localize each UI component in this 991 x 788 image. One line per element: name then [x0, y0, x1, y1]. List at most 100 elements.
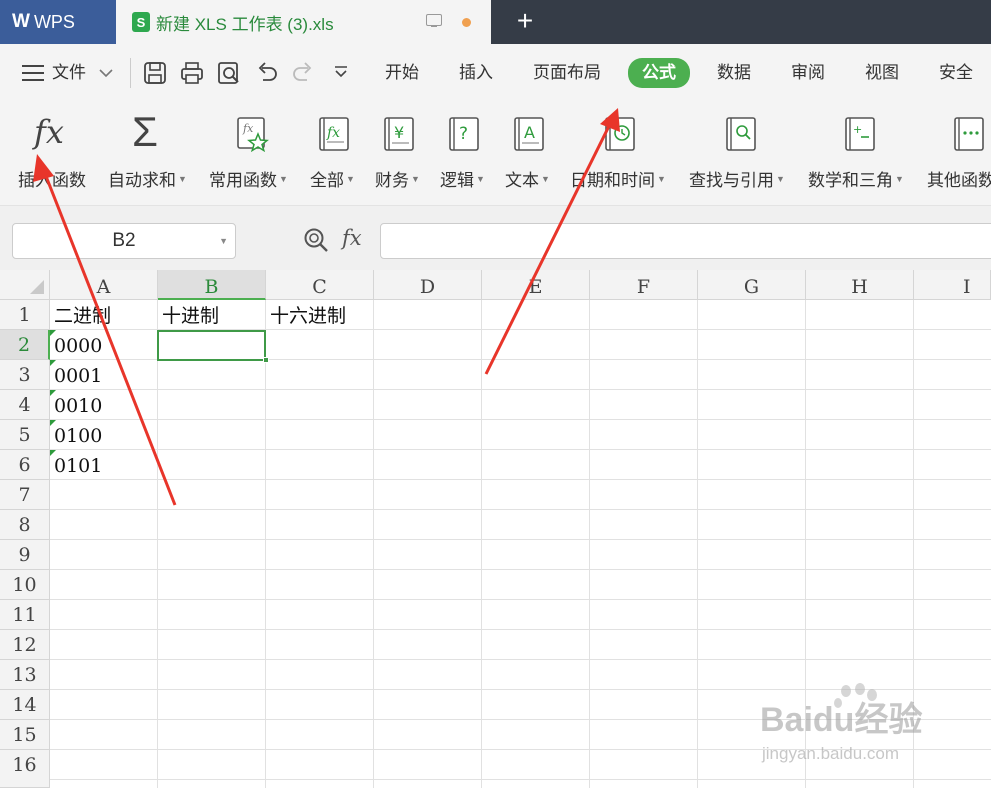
wps-app-name: WPS — [33, 11, 75, 32]
column-header-a[interactable]: A — [50, 270, 158, 300]
print-icon[interactable] — [180, 60, 204, 86]
logical-functions-button[interactable]: ? 逻辑 ▼ — [440, 112, 496, 196]
cell-a3[interactable]: 0001 — [50, 360, 102, 390]
gridline — [50, 659, 991, 660]
autosum-button[interactable]: Σ 自动求和 ▼ — [108, 111, 194, 196]
math-trig-functions-label: 数学和三角 — [808, 171, 893, 190]
row-header-9[interactable]: 9 — [0, 540, 50, 570]
tab-security[interactable]: 安全 — [939, 58, 973, 88]
cell-b1[interactable]: 十进制 — [158, 300, 219, 330]
svg-text:?: ? — [459, 124, 468, 144]
save-icon[interactable] — [143, 60, 167, 86]
tab-page-layout[interactable]: 页面布局 — [533, 58, 601, 88]
row-header-5[interactable]: 5 — [0, 420, 50, 450]
tab-view[interactable]: 视图 — [865, 58, 899, 88]
row-header-1[interactable]: 1 — [0, 300, 50, 330]
autosum-label: 自动求和 — [108, 171, 176, 190]
other-functions-button[interactable]: 其他函数 — [927, 112, 991, 196]
cell-a1[interactable]: 二进制 — [50, 300, 111, 330]
column-header-g[interactable]: G — [698, 270, 806, 300]
tab-insert[interactable]: 插入 — [459, 58, 493, 88]
gridline — [157, 300, 158, 788]
chevron-down-icon[interactable]: ▼ — [219, 224, 228, 258]
gridline — [50, 539, 991, 540]
cell-a6[interactable]: 0101 — [50, 450, 102, 480]
financial-functions-button[interactable]: ¥ 财务 ▼ — [375, 112, 431, 196]
common-functions-label: 常用函数 — [209, 171, 277, 190]
document-tab[interactable]: S 新建 XLS 工作表 (3).xls — [116, 0, 491, 44]
other-functions-label: 其他函数 — [927, 171, 991, 190]
column-header-c[interactable]: C — [266, 270, 374, 300]
date-time-functions-label: 日期和时间 — [570, 171, 655, 190]
all-functions-label: 全部 — [310, 171, 344, 190]
row-header-6[interactable]: 6 — [0, 450, 50, 480]
gridline — [265, 300, 266, 788]
row-header-11[interactable]: 11 — [0, 600, 50, 630]
row-header-3[interactable]: 3 — [0, 360, 50, 390]
svg-text:¥: ¥ — [394, 123, 404, 142]
tab-formulas[interactable]: 公式 — [628, 58, 690, 88]
wps-logo-icon: W — [12, 11, 30, 32]
column-header-b[interactable]: B — [158, 270, 266, 300]
tab-review[interactable]: 审阅 — [791, 58, 825, 88]
row-header-15[interactable]: 15 — [0, 720, 50, 750]
text-functions-button[interactable]: A 文本 ▼ — [505, 112, 561, 196]
print-preview-icon[interactable] — [217, 60, 241, 86]
zoom-search-icon[interactable] — [302, 226, 330, 254]
row-header-4[interactable]: 4 — [0, 390, 50, 420]
column-header-f[interactable]: F — [590, 270, 698, 300]
name-box[interactable]: B2 ▼ — [12, 223, 236, 259]
row-header-2[interactable]: 2 — [0, 330, 50, 360]
all-functions-button[interactable]: fx 全部 ▼ — [310, 112, 366, 196]
customize-toolbar-icon[interactable] — [333, 64, 349, 80]
column-header-h[interactable]: H — [806, 270, 914, 300]
file-menu[interactable]: 文件 — [52, 58, 86, 88]
baidu-jingyan-watermark: Baidu经验 jingyan.baidu.com — [760, 683, 922, 763]
fx-icon[interactable]: fx — [342, 226, 362, 250]
hamburger-menu-icon[interactable] — [22, 64, 44, 82]
new-tab-button[interactable]: + — [510, 6, 540, 36]
gridline — [50, 569, 991, 570]
gridline — [50, 449, 991, 450]
formula-input[interactable] — [380, 223, 991, 259]
tab-home[interactable]: 开始 — [385, 58, 419, 88]
column-header-i[interactable]: I — [914, 270, 991, 300]
cell-a2[interactable]: 0000 — [50, 330, 102, 360]
chevron-down-icon[interactable] — [99, 68, 113, 78]
monitor-icon[interactable] — [426, 14, 442, 27]
error-indicator-icon — [50, 360, 56, 366]
a-book-icon: A — [514, 117, 544, 151]
row-header-12[interactable]: 12 — [0, 630, 50, 660]
insert-function-button[interactable]: fx 插入函数 — [18, 112, 96, 196]
column-header-e[interactable]: E — [482, 270, 590, 300]
select-all-corner[interactable] — [0, 270, 50, 300]
row-header-7[interactable]: 7 — [0, 480, 50, 510]
lookup-reference-functions-button[interactable]: 查找与引用 ▼ — [689, 112, 793, 196]
row-header-10[interactable]: 10 — [0, 570, 50, 600]
svg-text:+: + — [853, 123, 862, 136]
date-time-functions-button[interactable]: 日期和时间 ▼ — [570, 112, 674, 196]
active-cell-b2[interactable] — [157, 330, 266, 361]
logical-functions-label: 逻辑 — [440, 171, 474, 190]
wps-home-tab[interactable]: W WPS — [0, 0, 116, 44]
undo-icon[interactable] — [255, 60, 279, 86]
clock-book-icon — [605, 117, 635, 151]
cell-a4[interactable]: 0010 — [50, 390, 102, 420]
gridline — [481, 300, 482, 788]
error-indicator-icon — [50, 450, 56, 456]
row-header-14[interactable]: 14 — [0, 690, 50, 720]
cell-a5[interactable]: 0100 — [50, 420, 102, 450]
common-functions-button[interactable]: fx 常用函数 ▼ — [209, 112, 295, 196]
column-header-d[interactable]: D — [374, 270, 482, 300]
tab-data[interactable]: 数据 — [717, 58, 751, 88]
math-trig-functions-button[interactable]: + 数学和三角 ▼ — [808, 112, 912, 196]
row-header-16[interactable]: 16 — [0, 750, 50, 788]
row-header-13[interactable]: 13 — [0, 660, 50, 690]
unsaved-dot-icon[interactable] — [462, 18, 471, 27]
error-indicator-icon — [50, 420, 56, 426]
row-header-8[interactable]: 8 — [0, 510, 50, 540]
fill-handle[interactable] — [263, 357, 269, 363]
search-book-icon — [726, 117, 756, 151]
redo-icon[interactable] — [291, 60, 315, 86]
cell-c1[interactable]: 十六进制 — [266, 300, 346, 330]
